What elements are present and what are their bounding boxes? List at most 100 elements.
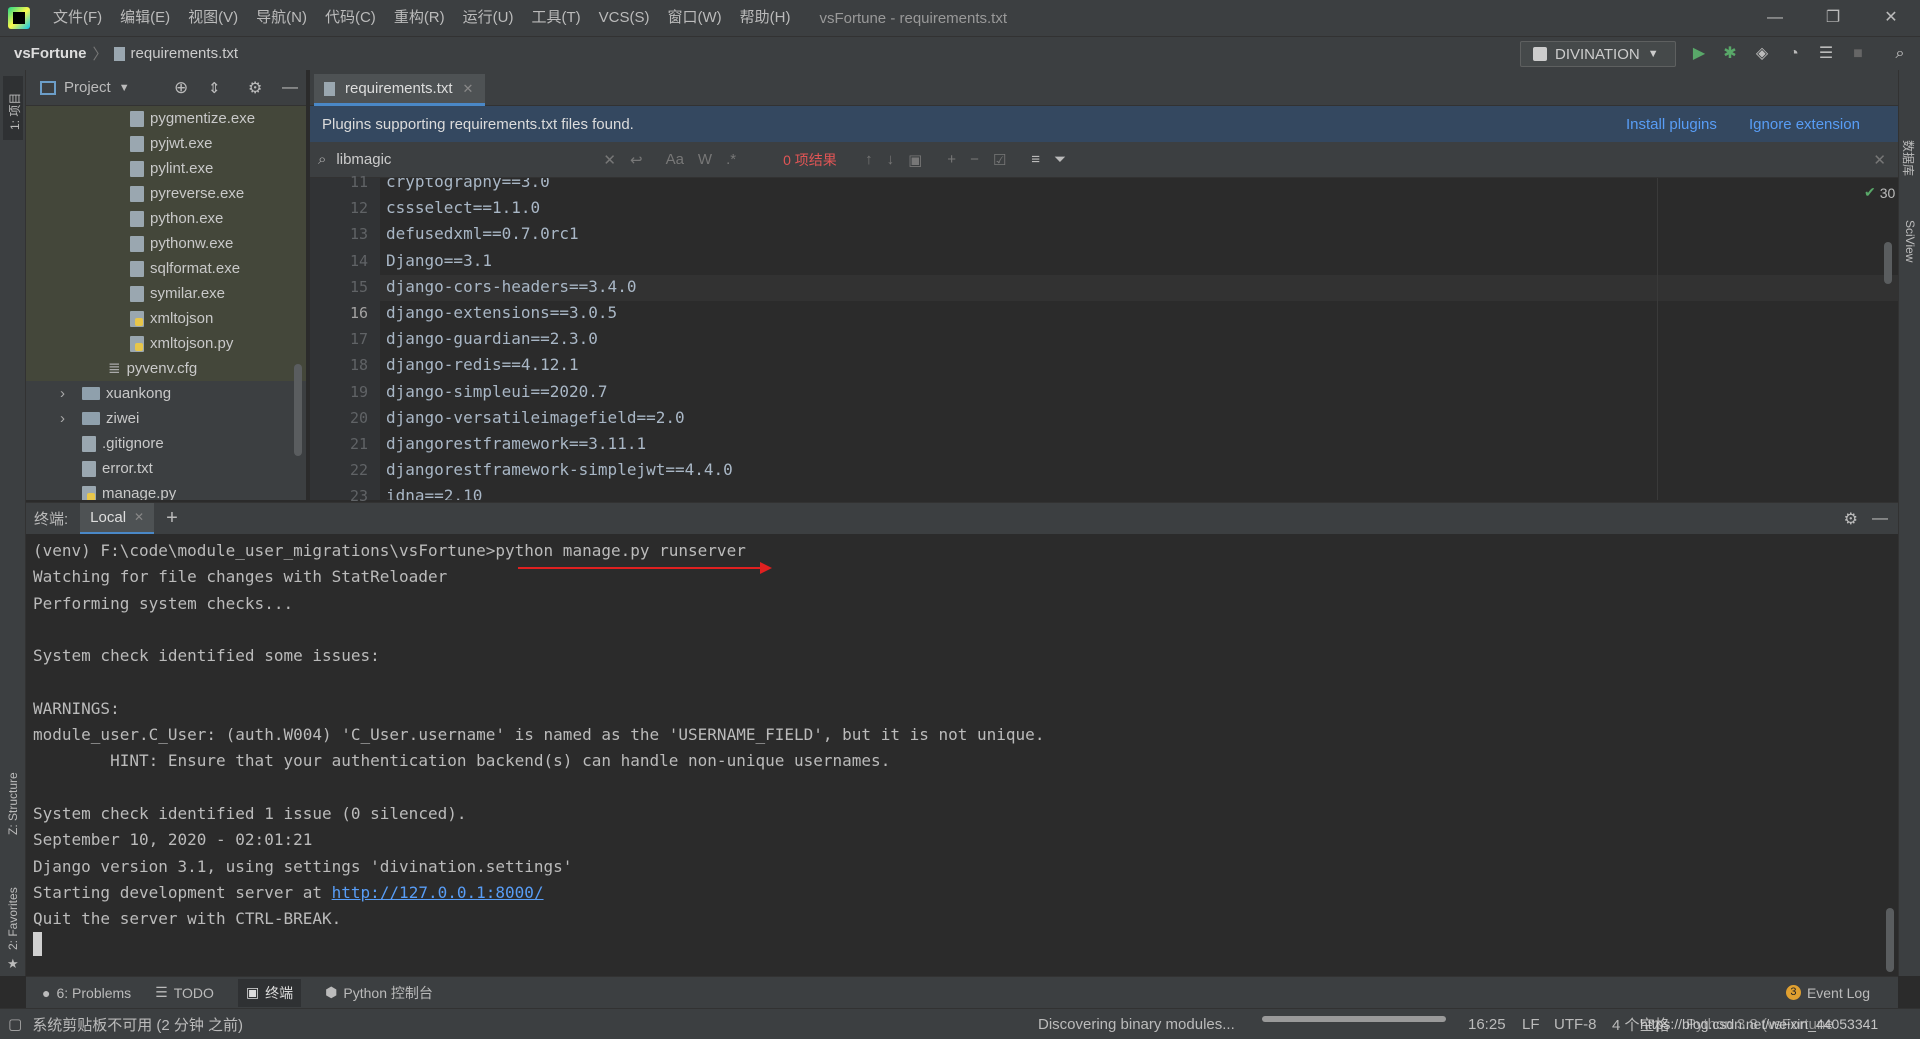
background-task[interactable]: Discovering binary modules...: [1038, 1016, 1235, 1033]
event-log-tool-button[interactable]: 3 Event Log: [1785, 985, 1870, 1001]
regex-toggle[interactable]: .*: [726, 151, 736, 168]
chevron-right-icon[interactable]: ›: [60, 406, 74, 431]
terminal-output[interactable]: (venv) F:\code\module_user_migrations\vs…: [26, 534, 1898, 976]
tree-item[interactable]: › ziwei: [26, 406, 306, 431]
tab-requirements[interactable]: requirements.txt ✕: [314, 74, 486, 106]
coverage-icon[interactable]: ◈: [1752, 45, 1772, 63]
tree-item[interactable]: ≣ pyvenv.cfg: [26, 356, 306, 381]
remove-occurrence-icon[interactable]: −: [970, 151, 979, 168]
chevron-down-icon[interactable]: ▼: [119, 82, 130, 94]
line-number: 22: [349, 461, 368, 480]
tree-item[interactable]: pylint.exe: [26, 156, 306, 181]
clear-search-icon[interactable]: ✕: [603, 151, 616, 169]
tree-item[interactable]: .gitignore: [26, 431, 306, 456]
tree-item[interactable]: error.txt: [26, 456, 306, 481]
toggle-tool-windows-icon[interactable]: ▢: [8, 1015, 22, 1033]
breadcrumb-file[interactable]: requirements.txt: [131, 45, 239, 62]
match-case-toggle[interactable]: Aa: [666, 151, 684, 168]
add-occurrence-icon[interactable]: +: [947, 151, 956, 168]
filter-icon[interactable]: ⏷: [1054, 151, 1066, 168]
whole-words-toggle[interactable]: W: [698, 151, 712, 168]
collapse-all-icon[interactable]: ⇕: [208, 79, 221, 97]
profile-icon[interactable]: ◔: [1784, 45, 1804, 63]
window-controls: — ❐ ✕: [1746, 0, 1920, 36]
menu-refactor[interactable]: 重构(R): [385, 0, 454, 36]
menu-vcs[interactable]: VCS(S): [590, 0, 659, 36]
favorites-tool-label[interactable]: 2: Favorites: [6, 887, 20, 950]
sciview-tool-label[interactable]: SciView: [1903, 220, 1917, 262]
run-configuration-select[interactable]: DIVINATION ▼: [1520, 41, 1676, 67]
project-tree: pygmentize.exe pyjwt.exe pylint.exe pyre…: [26, 106, 306, 500]
select-all-occurrences-icon[interactable]: ▣: [908, 151, 922, 169]
caret-position[interactable]: 16:25: [1468, 1016, 1506, 1033]
tree-item[interactable]: pyjwt.exe: [26, 131, 306, 156]
gear-icon[interactable]: ⚙: [1844, 509, 1858, 529]
menu-code[interactable]: 代码(C): [316, 0, 385, 36]
stop-icon[interactable]: ■: [1848, 45, 1868, 63]
database-tool-label[interactable]: 数据库: [1900, 140, 1917, 176]
menu-file[interactable]: 文件(F): [44, 0, 111, 36]
terminal-tool-button[interactable]: ▣ 终端: [237, 978, 302, 1007]
python-console-tool-button[interactable]: ⬢ Python 控制台: [325, 983, 433, 1003]
todo-tool-button[interactable]: ☰ TODO: [155, 984, 214, 1001]
filter-options-icon[interactable]: ≡: [1031, 151, 1040, 168]
project-view-select[interactable]: Project: [64, 79, 111, 96]
minimize-button[interactable]: —: [1746, 0, 1804, 36]
tree-item[interactable]: pyreverse.exe: [26, 181, 306, 206]
menu-window[interactable]: 窗口(W): [658, 0, 730, 36]
ide-window: 文件(F) 编辑(E) 视图(V) 导航(N) 代码(C) 重构(R) 运行(U…: [0, 0, 1920, 1039]
tree-item[interactable]: › xuankong: [26, 381, 306, 406]
select-all-icon[interactable]: ☑: [993, 151, 1006, 169]
tool-button-label: Python 控制台: [343, 984, 433, 1001]
tree-item[interactable]: xmltojson: [26, 306, 306, 331]
install-plugins-link[interactable]: Install plugins: [1626, 116, 1717, 133]
tree-item[interactable]: pygmentize.exe: [26, 106, 306, 131]
new-terminal-button[interactable]: +: [166, 507, 178, 530]
menu-run[interactable]: 运行(U): [454, 0, 523, 36]
previous-occurrence-icon[interactable]: ↑: [865, 151, 873, 168]
breadcrumb-project[interactable]: vsFortune: [14, 45, 87, 62]
menu-tools[interactable]: 工具(T): [522, 0, 589, 36]
run-icon[interactable]: ▶: [1689, 45, 1709, 63]
ignore-extension-link[interactable]: Ignore extension: [1749, 116, 1860, 133]
tree-item[interactable]: symilar.exe: [26, 281, 306, 306]
close-window-button[interactable]: ✕: [1862, 0, 1920, 36]
close-find-icon[interactable]: ✕: [1873, 151, 1886, 169]
search-input[interactable]: libmagic: [336, 151, 596, 168]
hide-pane-icon[interactable]: —: [282, 79, 298, 97]
hide-terminal-icon[interactable]: —: [1872, 510, 1888, 528]
terminal-tab-local[interactable]: Local ✕: [80, 502, 155, 535]
tree-item[interactable]: python.exe: [26, 206, 306, 231]
file-encoding[interactable]: UTF-8: [1554, 1016, 1597, 1033]
close-tab-icon[interactable]: ✕: [134, 510, 144, 524]
menu-view[interactable]: 视图(V): [179, 0, 247, 36]
debug-icon[interactable]: ✱: [1720, 45, 1740, 63]
concurrency-icon[interactable]: ☰: [1816, 45, 1836, 63]
tree-item[interactable]: sqlformat.exe: [26, 256, 306, 281]
inspection-widget[interactable]: ✔ 30 ˄ ˅: [1864, 184, 1898, 201]
menu-navigate[interactable]: 导航(N): [247, 0, 316, 36]
new-line-icon[interactable]: ↩: [630, 151, 643, 169]
menu-edit[interactable]: 编辑(E): [111, 0, 179, 36]
restore-button[interactable]: ❐: [1804, 0, 1862, 36]
terminal-scrollbar[interactable]: [1886, 908, 1894, 972]
tree-item[interactable]: xmltojson.py: [26, 331, 306, 356]
tree-item[interactable]: manage.py: [26, 481, 306, 500]
gear-icon[interactable]: ⚙: [248, 78, 262, 98]
structure-tool-label[interactable]: Z: Structure: [6, 772, 20, 835]
tree-scrollbar[interactable]: [294, 364, 302, 456]
line-separator[interactable]: LF: [1522, 1016, 1540, 1033]
locate-file-icon[interactable]: ⊕: [174, 78, 188, 98]
next-occurrence-icon[interactable]: ↓: [887, 151, 895, 168]
tree-item[interactable]: pythonw.exe: [26, 231, 306, 256]
menu-help[interactable]: 帮助(H): [731, 0, 800, 36]
problems-tool-button[interactable]: ● 6: Problems: [42, 985, 131, 1001]
chevron-right-icon[interactable]: ›: [60, 381, 74, 406]
close-tab-icon[interactable]: ✕: [463, 81, 474, 97]
server-url-link[interactable]: http://127.0.0.1:8000/: [332, 883, 544, 902]
editor-scrollbar[interactable]: [1884, 242, 1892, 284]
code-area[interactable]: cryptography==3.0 cssselect==1.1.0 defused…: [380, 178, 1898, 500]
search-everywhere-icon[interactable]: ⌕: [1890, 45, 1910, 63]
python-file-icon: [82, 485, 96, 500]
